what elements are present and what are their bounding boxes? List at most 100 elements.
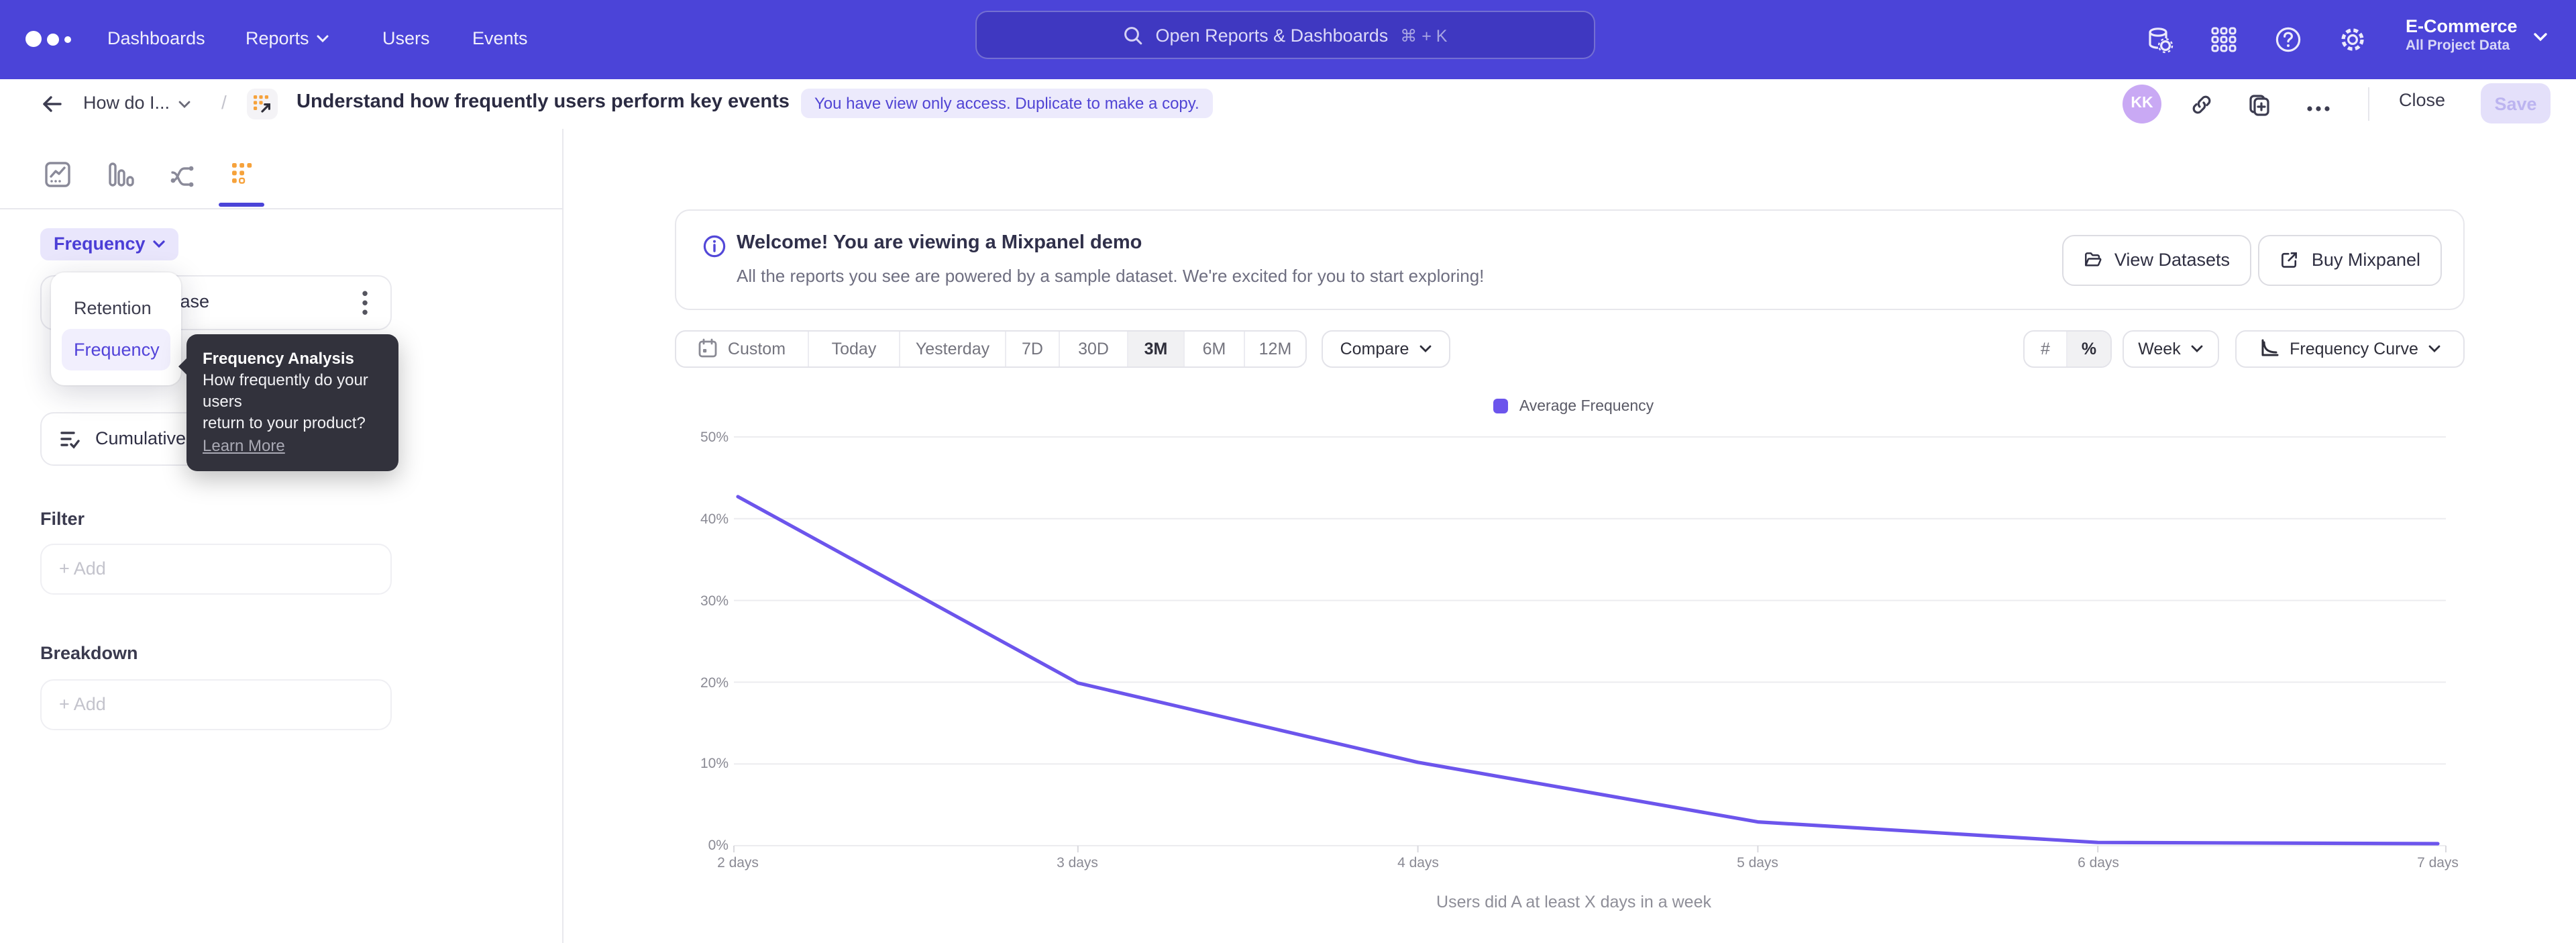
search-shortcut: ⌘ + K xyxy=(1400,25,1447,45)
frequency-report-icon xyxy=(247,88,278,119)
demo-banner: Welcome! You are viewing a Mixpanel demo… xyxy=(675,209,2465,309)
screen: Dashboards Reports Users Events Open Rep… xyxy=(0,0,2576,943)
x-tick-label: 3 days xyxy=(1030,854,1124,871)
search-placeholder: Open Reports & Dashboards xyxy=(1156,25,1389,45)
chevron-down-icon xyxy=(317,36,329,44)
x-tick-label: 5 days xyxy=(1711,854,1805,871)
frequency-curve-icon xyxy=(2259,338,2279,358)
report-title: Understand how frequently users perform … xyxy=(297,91,790,112)
compare-button[interactable]: Compare xyxy=(1322,330,1450,367)
info-icon xyxy=(703,234,726,257)
nav-item-events[interactable]: Events xyxy=(472,0,528,79)
learn-more-link[interactable]: Learn More xyxy=(203,434,285,456)
mixpanel-logo-icon[interactable] xyxy=(25,30,71,48)
divider xyxy=(2368,87,2369,120)
x-tick-label: 7 days xyxy=(2391,854,2485,871)
chart-caption: Users did A at least X days in a week xyxy=(675,892,2473,911)
tab-flows-icon[interactable] xyxy=(168,159,197,189)
banner-title: Welcome! You are viewing a Mixpanel demo xyxy=(737,232,1142,253)
close-button[interactable]: Close xyxy=(2399,89,2445,109)
tab-insights-icon[interactable] xyxy=(43,159,72,189)
project-switcher[interactable]: E-Commerce All Project Data xyxy=(2406,15,2518,55)
filter-add-button[interactable]: + Add xyxy=(40,543,392,594)
format-percent[interactable]: % xyxy=(2068,331,2110,366)
event-options-icon[interactable]: ••• xyxy=(356,288,374,317)
global-search-input[interactable]: Open Reports & Dashboards ⌘ + K xyxy=(975,11,1595,59)
project-chevron-down-icon[interactable] xyxy=(2533,32,2548,43)
range-custom[interactable]: Custom xyxy=(676,331,809,366)
dropdown-item-frequency[interactable]: Frequency xyxy=(62,328,170,370)
dropdown-item-retention[interactable]: Retention xyxy=(62,287,170,328)
apps-grid-icon[interactable] xyxy=(2210,26,2238,54)
chevron-down-icon xyxy=(2192,344,2204,352)
range-6m[interactable]: 6M xyxy=(1185,331,1245,366)
project-scope: All Project Data xyxy=(2406,38,2518,55)
tab-retention-icon[interactable] xyxy=(228,159,258,189)
report-canvas: Welcome! You are viewing a Mixpanel demo… xyxy=(564,128,2576,943)
back-arrow-icon[interactable] xyxy=(40,92,63,115)
y-tick-label: 0% xyxy=(675,837,729,853)
folder-icon xyxy=(2084,248,2102,271)
duplicate-icon[interactable] xyxy=(2247,92,2271,116)
copy-link-icon[interactable] xyxy=(2190,92,2214,116)
query-builder-sidebar: Frequency Purchase ••• Cumulative Freque… xyxy=(0,128,564,943)
view-datasets-button[interactable]: View Datasets xyxy=(2062,234,2251,285)
chevron-down-icon xyxy=(154,240,166,248)
nav-item-dashboards[interactable]: Dashboards xyxy=(107,0,205,79)
breadcrumb[interactable]: How do I... xyxy=(83,92,190,112)
chart-legend[interactable]: Average Frequency xyxy=(675,398,2473,414)
range-today[interactable]: Today xyxy=(809,331,900,366)
legend-swatch xyxy=(1494,399,1509,413)
filter-heading: Filter xyxy=(40,508,85,528)
analysis-type-selector[interactable]: Frequency xyxy=(40,228,179,260)
search-icon xyxy=(1124,25,1144,45)
nav-item-users[interactable]: Users xyxy=(382,0,430,79)
buy-mixpanel-button[interactable]: Buy Mixpanel xyxy=(2258,234,2442,285)
active-tab-indicator xyxy=(219,202,264,207)
y-tick-label: 30% xyxy=(675,593,729,609)
tooltip-text: How frequently do your users xyxy=(203,368,382,411)
granularity-dropdown[interactable]: Week xyxy=(2123,330,2219,367)
chart-type-dropdown[interactable]: Frequency Curve xyxy=(2235,330,2465,367)
frequency-tooltip: Frequency Analysis How frequently do you… xyxy=(186,334,398,470)
breakdown-add-button[interactable]: + Add xyxy=(40,679,392,730)
date-range-control: Custom Today Yesterday 7D 30D 3M 6M 12M xyxy=(675,330,1307,367)
chevron-down-icon xyxy=(178,100,190,108)
y-tick-label: 20% xyxy=(675,675,729,691)
report-header: How do I... / Understand how frequently … xyxy=(0,79,2576,130)
y-tick-label: 40% xyxy=(675,511,729,527)
report-type-tabs xyxy=(0,128,562,209)
calendar-icon xyxy=(698,338,718,358)
format-number[interactable]: # xyxy=(2025,331,2068,366)
breakdown-heading: Breakdown xyxy=(40,642,138,662)
chevron-down-icon xyxy=(2429,344,2441,352)
data-management-icon[interactable] xyxy=(2145,26,2174,54)
project-name: E-Commerce xyxy=(2406,15,2518,38)
range-7d[interactable]: 7D xyxy=(1006,331,1060,366)
nav-item-reports[interactable]: Reports xyxy=(246,0,329,79)
y-tick-label: 10% xyxy=(675,755,729,771)
frequency-chart[interactable]: Average Frequency 50% 40% 30% 20% 10% 0%… xyxy=(675,390,2473,927)
y-tick-label: 50% xyxy=(675,429,729,445)
x-tick-label: 2 days xyxy=(691,854,785,871)
legend-label: Average Frequency xyxy=(1519,398,1654,414)
chart-plot-area[interactable] xyxy=(675,390,2473,873)
top-nav: Dashboards Reports Users Events Open Rep… xyxy=(0,0,2576,79)
range-3m[interactable]: 3M xyxy=(1128,331,1185,366)
view-only-notice[interactable]: You have view only access. Duplicate to … xyxy=(801,88,1213,117)
help-icon[interactable] xyxy=(2274,26,2302,54)
range-12m[interactable]: 12M xyxy=(1245,331,1305,366)
analysis-type-dropdown: Retention Frequency xyxy=(51,272,181,385)
avatar[interactable]: KK xyxy=(2123,84,2161,123)
save-button[interactable]: Save xyxy=(2481,83,2551,123)
range-30d[interactable]: 30D xyxy=(1060,331,1128,366)
tab-funnels-icon[interactable] xyxy=(106,159,136,189)
external-link-icon xyxy=(2279,248,2300,271)
x-tick-label: 4 days xyxy=(1371,854,1465,871)
more-options-icon[interactable] xyxy=(2306,96,2330,120)
x-tick-label: 6 days xyxy=(2051,854,2145,871)
settings-gear-icon[interactable] xyxy=(2339,26,2367,54)
range-yesterday[interactable]: Yesterday xyxy=(900,331,1006,366)
banner-subtitle: All the reports you see are powered by a… xyxy=(737,265,1484,285)
chevron-down-icon xyxy=(1419,344,1432,352)
